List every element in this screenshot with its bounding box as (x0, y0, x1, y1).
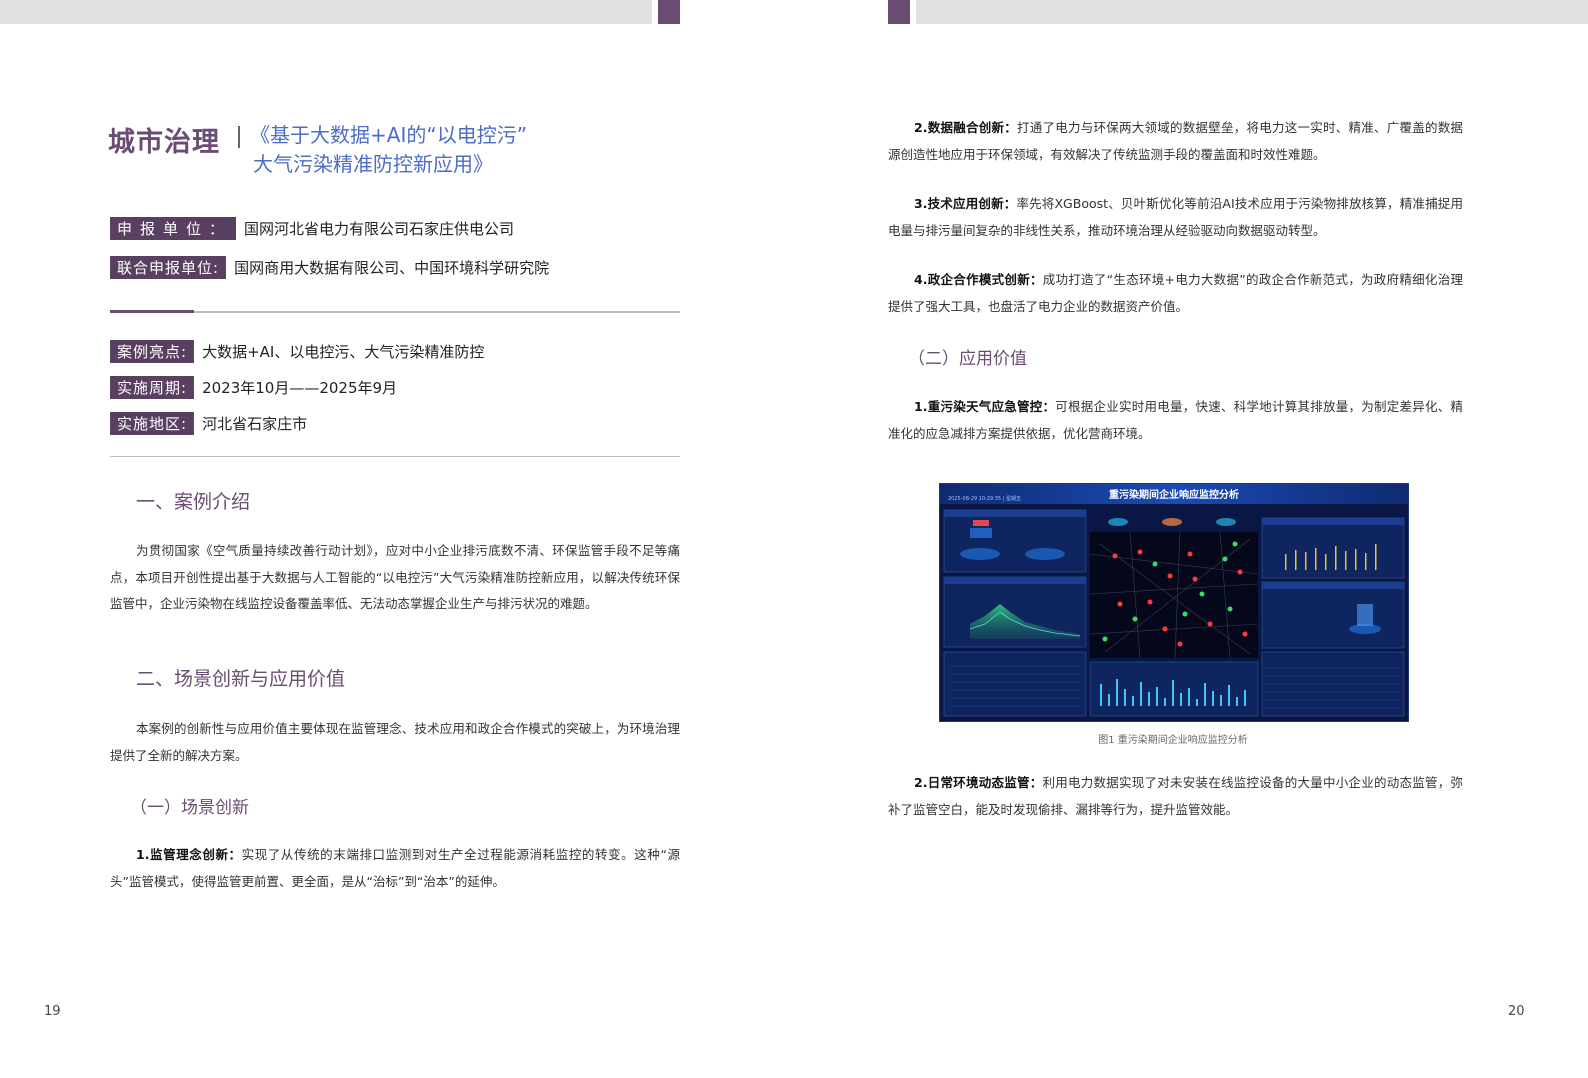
divider-accent (110, 310, 194, 313)
item-title: 3.技术应用创新： (914, 196, 1017, 211)
item-paragraph: 2.数据融合创新：打通了电力与环保两大领域的数据壁垒，将电力这一实时、精准、广覆… (888, 115, 1463, 168)
category-title: 城市治理 (108, 127, 220, 158)
divider (194, 311, 680, 313)
item-paragraph: 1.重污染天气应急管控：可根据企业实时用电量，快速、科学地计算其排放量，为制定差… (888, 394, 1463, 447)
item-title: 2.数据融合创新： (914, 120, 1017, 135)
region-row: 实施地区: 河北省石家庄市 (110, 412, 307, 435)
dashboard-title: 重污染期间企业响应监控分析 (1109, 488, 1239, 501)
page-number-right: 20 (1508, 1004, 1525, 1019)
item-paragraph: 1.监管理念创新：实现了从传统的末端排口监测到对生产全过程能源消耗监控的转变。这… (110, 842, 680, 895)
item-title: 2.日常环境动态监管： (914, 775, 1043, 790)
highlights-value: 大数据+AI、以电控污、大气污染精准防控 (202, 343, 485, 361)
case-title-line2: 大气污染精准防控新应用》 (253, 152, 493, 176)
subsection-heading-value: （二）应用价值 (908, 349, 1027, 369)
item-title: 1.重污染天气应急管控： (914, 399, 1056, 414)
item-title: 4.政企合作模式创新： (914, 272, 1043, 287)
highlights-row: 案例亮点: 大数据+AI、以电控污、大气污染精准防控 (110, 340, 484, 363)
case-title-line1: 《基于大数据+AI的“以电控污” (250, 123, 528, 147)
co-applicant-label: 联合申报单位: (110, 256, 227, 279)
header-marker-right (888, 0, 910, 24)
dashboard-datetime: 2025-08-29 10:29:35 | 星期五 (948, 496, 1021, 502)
item-title: 1.监管理念创新： (136, 847, 242, 862)
header-bar-right (916, 0, 1588, 24)
dashboard-image: 重污染期间企业响应监控分析 2025-08-29 10:29:35 | 星期五 (939, 483, 1409, 722)
item-paragraph: 3.技术应用创新：率先将XGBoost、贝叶斯优化等前沿AI技术应用于污染物排放… (888, 191, 1463, 244)
co-applicant-row: 联合申报单位: 国网商用大数据有限公司、中国环境科学研究院 (110, 256, 549, 279)
applicant-label: 申报单位： (110, 217, 237, 240)
period-label: 实施周期: (110, 376, 195, 399)
header-marker-left (658, 0, 680, 24)
intro-paragraph: 为贯彻国家《空气质量持续改善行动计划》，应对中小企业排污底数不清、环保监管手段不… (110, 543, 680, 611)
period-value: 2023年10月——2025年9月 (202, 379, 398, 397)
header-bar-left (0, 0, 652, 24)
item-paragraph: 2.日常环境动态监管：利用电力数据实现了对未安装在线监控设备的大量中小企业的动态… (888, 770, 1463, 823)
region-label: 实施地区: (110, 412, 195, 435)
section-heading-innovation: 二、场景创新与应用价值 (136, 668, 346, 690)
region-value: 河北省石家庄市 (202, 415, 308, 433)
divider (110, 456, 680, 457)
applicant-value: 国网河北省电力有限公司石家庄供电公司 (244, 220, 515, 238)
item-paragraph: 4.政企合作模式创新：成功打造了“生态环境+电力大数据”的政企合作新范式，为政府… (888, 267, 1463, 320)
section-heading-intro: 一、案例介绍 (136, 491, 251, 513)
subsection-heading-scenario: （一）场景创新 (130, 798, 249, 818)
title-separator (238, 126, 240, 148)
figure-caption: 图1 重污染期间企业响应监控分析 (1098, 735, 1248, 746)
innovation-paragraph: 本案例的创新性与应用价值主要体现在监管理念、技术应用和政企合作模式的突破上，为环… (110, 721, 680, 763)
highlights-label: 案例亮点: (110, 340, 195, 363)
applicant-row: 申报单位： 国网河北省电力有限公司石家庄供电公司 (110, 217, 514, 240)
co-applicant-value: 国网商用大数据有限公司、中国环境科学研究院 (234, 259, 550, 277)
page-number-left: 19 (44, 1004, 61, 1019)
period-row: 实施周期: 2023年10月——2025年9月 (110, 376, 397, 399)
case-title: 《基于大数据+AI的“以电控污” 大气污染精准防控新应用》 (250, 121, 527, 179)
